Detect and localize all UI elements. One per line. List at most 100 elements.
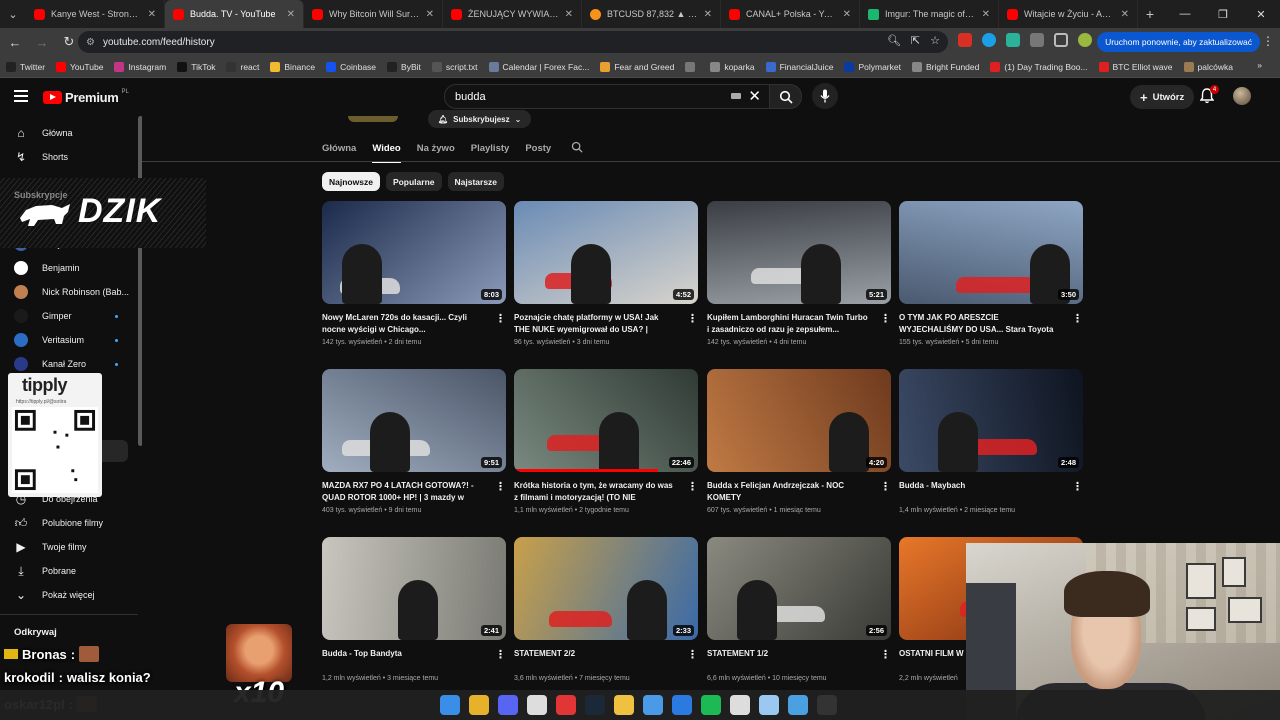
more-actions-icon[interactable]: ⋮ [687, 648, 698, 661]
bookmark-item[interactable] [685, 61, 699, 72]
video-card[interactable]: 4:52 Poznajcie chatę platformy w USA! Jak… [514, 201, 698, 346]
subscribed-button[interactable]: 🔔︎ Subskrybujesz ⌄ [428, 110, 532, 128]
browser-menu-icon[interactable]: ⋮ [1262, 34, 1274, 48]
sidebar-item[interactable]: ▶ Twoje filmy [0, 535, 138, 559]
video-title[interactable]: Budda - Top Bandyta [322, 648, 484, 672]
account-avatar[interactable] [1233, 87, 1251, 105]
close-tab-icon[interactable]: ✕ [843, 9, 851, 20]
media-controls-icon[interactable] [1054, 33, 1068, 47]
extension-icon[interactable] [958, 33, 972, 47]
close-tab-icon[interactable]: ✕ [704, 9, 712, 20]
channel-tab[interactable]: Wideo [372, 141, 401, 163]
youtube-logo[interactable]: Premium PL [43, 89, 129, 105]
bookmark-item[interactable]: palcówka [1183, 61, 1233, 72]
more-actions-icon[interactable]: ⋮ [495, 648, 506, 661]
video-title[interactable]: Nowy McLaren 720s do kasacji... Czyli no… [322, 312, 484, 336]
sort-chip[interactable]: Najstarsze [447, 172, 505, 191]
app-icon[interactable] [672, 695, 692, 715]
browser-tab[interactable]: Budda. TV - YouTube ✕ [165, 0, 304, 28]
video-card[interactable]: 9:51 MAZDA RX7 PO 4 LATACH GOTOWA?! - QUA… [322, 369, 506, 514]
close-tab-icon[interactable]: ✕ [287, 9, 295, 20]
sort-chip[interactable]: Popularne [385, 172, 442, 191]
windows-start-icon[interactable] [440, 695, 460, 715]
app-icon[interactable] [527, 695, 547, 715]
bookmark-item[interactable]: Coinbase [326, 61, 376, 72]
video-title[interactable]: Krótka historia o tym, że wracamy do was… [514, 480, 676, 504]
more-actions-icon[interactable]: ⋮ [495, 312, 506, 325]
video-title[interactable]: STATEMENT 1/2 [707, 648, 869, 672]
bookmark-item[interactable]: TikTok [177, 61, 215, 72]
close-tab-icon[interactable]: ✕ [426, 9, 434, 20]
browser-tab[interactable]: Why Bitcoin Will Surpass ✕ [304, 0, 443, 28]
video-card[interactable]: 2:56 STATEMENT 1/2 ⋮ 6,6 mln wyświetleń • 1… [707, 537, 891, 682]
bookmark-item[interactable]: (1) Day Trading Boo... [990, 61, 1088, 72]
voice-search-button[interactable] [812, 83, 838, 109]
sidebar-item[interactable]: ⌄ Pokaż więcej [0, 583, 138, 607]
terminal-icon[interactable] [817, 695, 837, 715]
video-thumbnail[interactable]: 2:33 [514, 537, 698, 640]
app-icon[interactable] [643, 695, 663, 715]
more-actions-icon[interactable]: ⋮ [495, 480, 506, 493]
video-title[interactable]: Kupiłem Lamborghini Huracan Twin Turbo i… [707, 312, 869, 336]
close-tab-icon[interactable]: ✕ [1121, 9, 1129, 20]
video-thumbnail[interactable]: 2:56 [707, 537, 891, 640]
sidebar-item[interactable]: 👍︎ Polubione filmy [0, 511, 138, 535]
video-thumbnail[interactable]: 22:46 [514, 369, 698, 472]
bookmark-item[interactable]: Polymarket [844, 61, 901, 72]
video-card[interactable]: 2:33 STATEMENT 2/2 ⋮ 3,6 mln wyświetleń • 7… [514, 537, 698, 682]
spotify-icon[interactable] [701, 695, 721, 715]
more-actions-icon[interactable]: ⋮ [687, 480, 698, 493]
search-input[interactable]: budda ✕ [444, 84, 770, 109]
bookmark-item[interactable]: Binance [270, 61, 315, 72]
sidebar-item[interactable]: ⌂ Główna [0, 121, 138, 145]
video-title[interactable]: Poznajcie chatę platformy w USA! Jak THE… [514, 312, 676, 336]
channel-search-icon[interactable] [571, 141, 583, 161]
video-card[interactable]: 2:41 Budda - Top Bandyta ⋮ 1,2 mln wyświetl… [322, 537, 506, 682]
video-thumbnail[interactable]: 4:20 [707, 369, 891, 472]
video-thumbnail[interactable]: 2:48 [899, 369, 1083, 472]
bookmark-item[interactable]: Instagram [114, 61, 166, 72]
clear-search-icon[interactable]: ✕ [748, 87, 761, 105]
tab-search-icon[interactable]: ⌄ [0, 0, 26, 28]
video-thumbnail[interactable]: 9:51 [322, 369, 506, 472]
more-actions-icon[interactable]: ⋮ [687, 312, 698, 325]
sidebar-item[interactable]: Benjamin [0, 256, 138, 280]
browser-tab[interactable]: BTCUSD 87,832 ▲ +0.82% ✕ [582, 0, 721, 28]
more-actions-icon[interactable]: ⋮ [1072, 480, 1083, 493]
minimize-icon[interactable]: — [1166, 0, 1204, 28]
new-tab-button[interactable]: + [1138, 6, 1162, 22]
video-card[interactable]: 3:50 O TYM JAK PO ARESZCIE WYJECHALIŚMY D… [899, 201, 1083, 346]
bookmark-item[interactable]: react [226, 61, 259, 72]
video-thumbnail[interactable]: 3:50 [899, 201, 1083, 304]
extension-icon[interactable] [982, 33, 996, 47]
sidebar-item[interactable]: ⤓ Pobrane [0, 559, 138, 583]
create-button[interactable]: + Utwórz [1130, 85, 1195, 109]
zoom-icon[interactable]: 🔍︎ [887, 34, 901, 47]
browser-tab[interactable]: CANAL+ Polska - YouTube ✕ [721, 0, 860, 28]
video-card[interactable]: 22:46 Krótka historia o tym, że wracamy d… [514, 369, 698, 514]
sidebar-item[interactable]: Nick Robinson (Bab... [0, 280, 138, 304]
video-card[interactable]: 8:03 Nowy McLaren 720s do kasacji... Czyl… [322, 201, 506, 346]
sidebar-item[interactable]: ↯ Shorts [0, 145, 138, 169]
bookmark-item[interactable]: FinancialJuice [765, 61, 833, 72]
extension-icon[interactable] [1006, 33, 1020, 47]
notepad-icon[interactable] [759, 695, 779, 715]
close-tab-icon[interactable]: ✕ [982, 9, 990, 20]
sidebar-item[interactable]: Gimper [0, 304, 138, 328]
video-thumbnail[interactable]: 8:03 [322, 201, 506, 304]
more-actions-icon[interactable]: ⋮ [1072, 312, 1083, 325]
video-title[interactable]: O TYM JAK PO ARESZCIE WYJECHALIŚMY DO US… [899, 312, 1061, 336]
bookmark-item[interactable]: script.txt [431, 61, 478, 72]
app-icon[interactable] [730, 695, 750, 715]
sort-chip[interactable]: Najnowsze [322, 172, 380, 191]
site-info-icon[interactable]: ⚙ [86, 37, 95, 48]
more-actions-icon[interactable]: ⋮ [880, 312, 891, 325]
keyboard-icon[interactable] [731, 93, 741, 99]
close-tab-icon[interactable]: ✕ [148, 9, 156, 20]
channel-tab[interactable]: Playlisty [471, 141, 510, 161]
browser-tab[interactable]: Imgur: The magic of the I ✕ [860, 0, 999, 28]
channel-tab[interactable]: Posty [525, 141, 551, 161]
channel-tab[interactable]: Główna [322, 141, 356, 161]
discord-icon[interactable] [498, 695, 518, 715]
bookmark-star-icon[interactable]: ☆ [930, 34, 940, 47]
